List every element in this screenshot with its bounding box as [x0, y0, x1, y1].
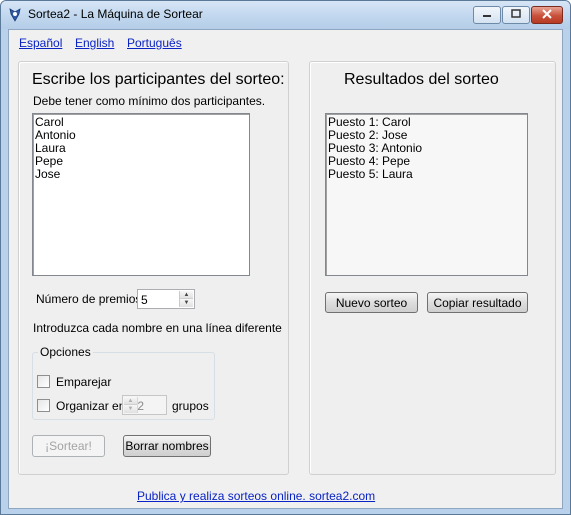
app-logo-icon — [7, 7, 23, 23]
participants-panel: Escribe los participantes del sorteo: De… — [18, 61, 289, 475]
maximize-icon — [511, 8, 521, 22]
minimize-icon — [482, 8, 492, 22]
language-link-portuguese[interactable]: Português — [127, 36, 182, 50]
participant-line: Jose — [35, 167, 61, 181]
groups-value: 2 — [137, 399, 144, 413]
maximize-button[interactable] — [502, 6, 530, 24]
prizes-stepper[interactable]: 5 ▲ ▼ — [137, 289, 195, 309]
results-heading: Resultados del sorteo — [344, 71, 499, 88]
stepper-up-icon[interactable]: ▲ — [124, 397, 137, 405]
close-button[interactable] — [531, 6, 563, 24]
prizes-value: 5 — [141, 293, 148, 307]
result-line: Puesto 5: Laura — [328, 167, 413, 181]
main-client-area: Español English Português Escribe los pa… — [8, 29, 563, 509]
organize-label: Organizar en — [56, 399, 126, 413]
prizes-stepper-arrows: ▲ ▼ — [179, 291, 193, 307]
participants-heading: Escribe los participantes del sorteo: — [32, 71, 285, 88]
participant-line: Pepe — [35, 154, 64, 168]
copy-results-button[interactable]: Copiar resultado — [427, 292, 528, 313]
participant-line: Laura — [35, 141, 66, 155]
close-icon — [541, 8, 553, 22]
stepper-down-icon[interactable]: ▼ — [180, 299, 193, 307]
pair-checkbox[interactable] — [37, 375, 50, 388]
draw-button[interactable]: ¡Sortear! — [32, 435, 105, 457]
results-panel: Resultados del sorteo Puesto 1: Carol Pu… — [309, 61, 556, 475]
groups-stepper-arrows: ▲ ▼ — [124, 397, 138, 413]
window-title: Sortea2 - La Máquina de Sortear — [28, 7, 203, 21]
footer-website-link[interactable]: Publica y realiza sorteos online. sortea… — [137, 489, 375, 503]
stepper-down-icon[interactable]: ▼ — [124, 405, 137, 413]
groups-stepper[interactable]: ▲ ▼ 2 — [122, 395, 167, 415]
organize-checkbox[interactable] — [37, 399, 50, 412]
minimize-button[interactable] — [473, 6, 501, 24]
groups-label: grupos — [172, 399, 209, 413]
language-link-spanish[interactable]: Español — [19, 36, 62, 50]
language-link-english[interactable]: English — [75, 36, 114, 50]
participants-hint: Debe tener como mínimo dos participantes… — [33, 94, 266, 108]
prizes-label: Número de premios: — [36, 292, 145, 306]
stepper-up-icon[interactable]: ▲ — [180, 291, 193, 299]
pair-label: Emparejar — [56, 375, 112, 389]
results-list[interactable]: Puesto 1: Carol Puesto 2: Jose Puesto 3:… — [325, 113, 528, 276]
instruction-text: Introduzca cada nombre en una línea dife… — [33, 321, 282, 335]
options-legend: Opciones — [38, 345, 93, 359]
participant-line: Antonio — [35, 128, 76, 142]
new-draw-button[interactable]: Nuevo sorteo — [325, 292, 418, 313]
title-bar[interactable]: Sortea2 - La Máquina de Sortear — [1, 1, 570, 29]
clear-names-button[interactable]: Borrar nombres — [123, 435, 211, 457]
app-window: Sortea2 - La Máquina de Sortear Español … — [0, 0, 571, 515]
participants-textarea[interactable]: Carol Antonio Laura Pepe Jose — [32, 113, 250, 276]
